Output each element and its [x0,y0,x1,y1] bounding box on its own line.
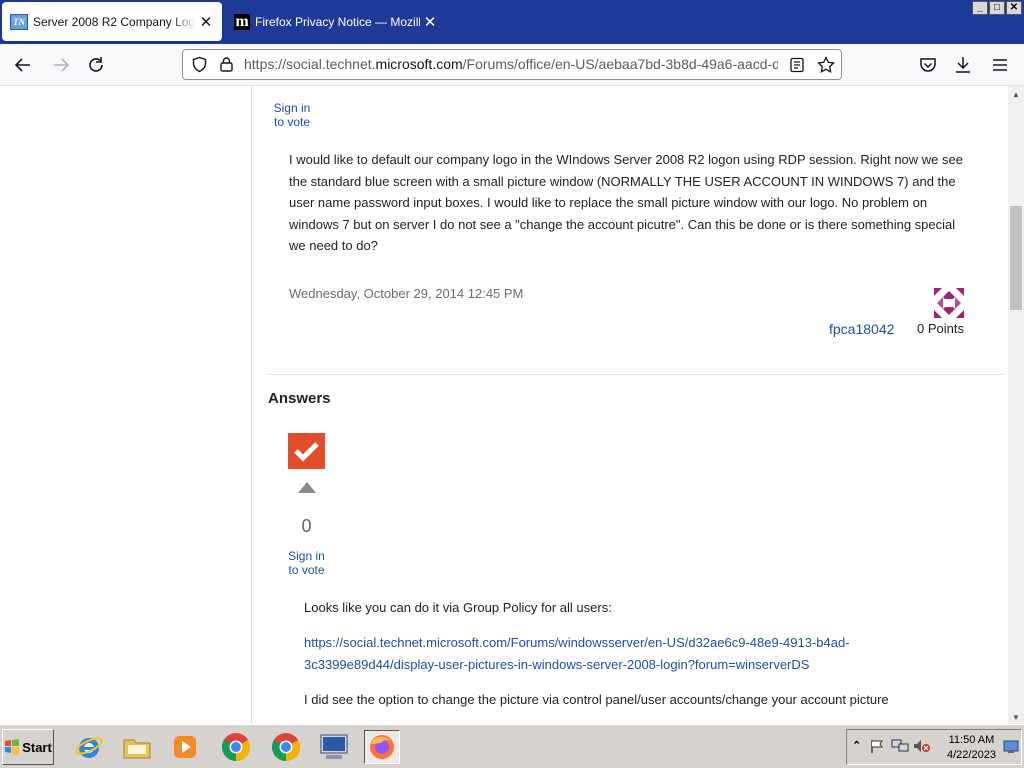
download-icon [956,57,970,73]
tab-server-2008-logo[interactable]: TN Server 2008 R2 Company Logo de ✕ [2,2,222,41]
scroll-up-icon[interactable]: ▲ [1012,90,1020,99]
back-button[interactable] [10,52,36,78]
lock-icon[interactable] [219,56,234,78]
media-player-icon[interactable] [167,730,203,764]
reader-view-icon[interactable] [789,57,805,78]
minimize-button[interactable]: _ [972,1,988,15]
chrome-icon[interactable] [268,730,304,764]
author-points: 0 Points [917,321,964,336]
chrome-icon[interactable] [218,730,254,764]
taskbar: Start ⌃ 11:50 AM 4/22/2023 [0,724,1024,768]
bookmark-star-icon[interactable] [817,55,835,79]
navigation-toolbar: https://social.technet.microsoft.com/For… [0,44,1024,86]
app-menu-button[interactable] [987,52,1013,78]
close-tab-icon[interactable]: ✕ [196,12,216,32]
network-icon[interactable] [891,738,909,759]
answer-text: Looks like you can do it via Group Polic… [304,600,612,615]
tab-title: Firefox Privacy Notice — Mozilla [255,14,420,29]
back-arrow-icon [14,58,30,72]
show-hidden-icons-chevron-icon[interactable]: ⌃ [852,739,861,752]
section-divider [268,374,1004,375]
question-author-link[interactable]: fpca18042 [829,321,894,337]
system-tray: ⌃ 11:50 AM 4/22/2023 [846,729,1022,765]
tab-firefox-privacy[interactable]: m Firefox Privacy Notice — Mozilla ✕ [226,2,446,41]
scrollbar-thumb[interactable] [1010,206,1022,310]
action-center-flag-icon[interactable] [869,738,885,759]
url-text[interactable]: https://social.technet.microsoft.com/For… [244,50,778,79]
answers-heading: Answers [268,390,331,407]
forward-button[interactable] [48,52,74,78]
mozilla-favicon-icon: m [234,12,250,30]
answer-sign-in-to-vote-link[interactable]: Sign in to vote [286,549,327,577]
downloads-button[interactable] [950,52,976,78]
upvote-arrow-icon[interactable] [298,482,316,493]
technet-favicon-icon: TN [10,13,28,30]
user-avatar[interactable] [934,288,964,318]
internet-explorer-icon[interactable] [71,730,107,764]
pocket-icon [920,58,936,72]
windows-logo-icon [5,739,20,755]
system-clock[interactable]: 11:50 AM 4/22/2023 [947,733,996,763]
scroll-down-icon[interactable]: ▼ [1012,713,1020,722]
question-date: Wednesday, October 29, 2014 12:45 PM [289,286,524,301]
question-body: I would like to default our company logo… [289,152,963,253]
reload-button[interactable] [83,52,109,78]
close-window-button[interactable]: ✕ [1006,1,1022,15]
answer-vote-count: 0 [301,516,312,536]
maximize-button[interactable]: □ [989,1,1005,15]
start-button[interactable]: Start [2,729,54,765]
answer-reference-link[interactable]: https://social.technet.microsoft.com/For… [304,632,944,675]
firefox-icon[interactable] [364,730,400,764]
forward-arrow-icon [54,58,70,72]
left-sidebar [0,86,252,724]
close-tab-icon[interactable]: ✕ [420,12,440,32]
page-content: Sign in to vote I would like to default … [0,86,1008,724]
tracking-protection-shield-icon[interactable] [191,56,208,78]
show-desktop-icon[interactable] [1003,740,1019,759]
answer-check-icon [288,433,325,469]
volume-muted-icon[interactable] [913,738,931,759]
address-bar[interactable]: https://social.technet.microsoft.com/For… [182,49,842,80]
file-explorer-icon[interactable] [119,730,155,764]
remote-desktop-icon[interactable] [316,730,352,764]
reload-icon [89,57,103,72]
question-sign-in-to-vote-link[interactable]: Sign in to vote [272,101,312,129]
window-controls: _ □ ✕ [972,1,1022,15]
vertical-scrollbar[interactable]: ▲ ▼ [1008,86,1024,724]
answer-text: I did see the option to change the pictu… [304,692,889,707]
tab-strip: TN Server 2008 R2 Company Logo de ✕ m Fi… [0,0,1024,44]
hamburger-menu-icon [993,59,1007,71]
tab-title: Server 2008 R2 Company Logo de [33,14,196,29]
pocket-button[interactable] [915,52,941,78]
